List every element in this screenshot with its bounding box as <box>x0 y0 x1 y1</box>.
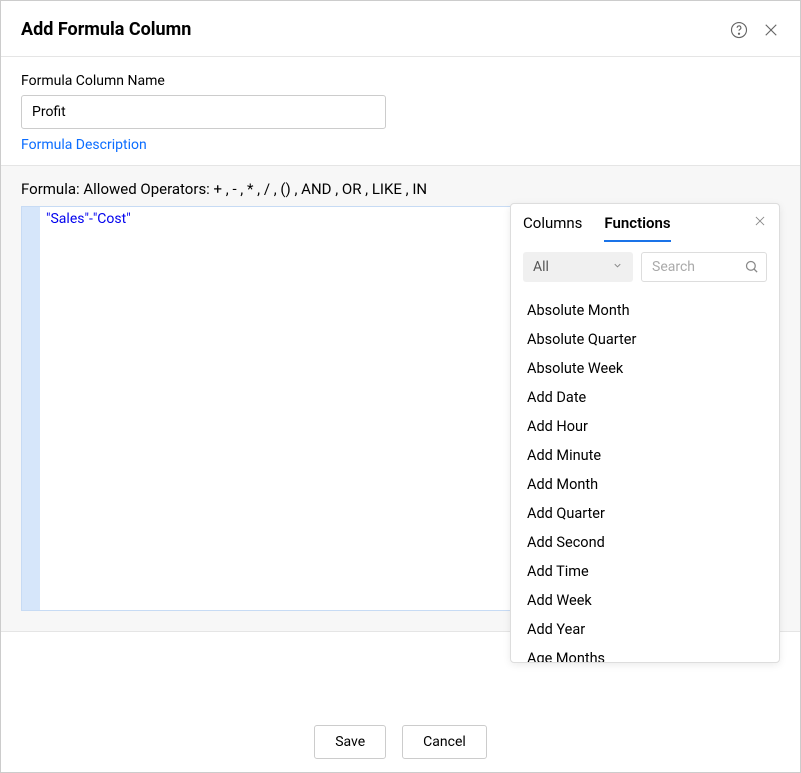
tab-functions[interactable]: Functions <box>604 214 670 242</box>
editor-gutter <box>22 207 40 610</box>
dialog-header: Add Formula Column <box>1 1 800 57</box>
close-icon[interactable] <box>762 21 780 39</box>
dropdown-value: All <box>533 259 549 275</box>
function-item[interactable]: Add Minute <box>511 441 779 470</box>
function-item[interactable]: Add Month <box>511 470 779 499</box>
description-link[interactable]: Formula Description <box>21 137 147 153</box>
panel-controls: All <box>511 242 779 292</box>
function-item[interactable]: Absolute Week <box>511 354 779 383</box>
function-item[interactable]: Absolute Quarter <box>511 325 779 354</box>
function-item[interactable]: Absolute Month <box>511 296 779 325</box>
chevron-down-icon <box>612 259 623 275</box>
panel-header: Columns Functions <box>511 204 779 242</box>
functions-panel: Columns Functions All <box>510 203 780 663</box>
function-list[interactable]: Absolute Month Absolute Quarter Absolute… <box>511 292 779 662</box>
function-item[interactable]: Add Year <box>511 615 779 644</box>
name-label: Formula Column Name <box>21 73 780 89</box>
panel-close-icon[interactable] <box>753 214 767 232</box>
search-wrap <box>641 252 767 282</box>
name-input[interactable] <box>21 95 386 129</box>
help-icon[interactable] <box>730 21 748 39</box>
cancel-button[interactable]: Cancel <box>402 725 487 759</box>
name-section: Formula Column Name Formula Description <box>1 57 800 165</box>
function-item[interactable]: Age Months <box>511 644 779 662</box>
category-dropdown[interactable]: All <box>523 252 633 282</box>
function-item[interactable]: Add Hour <box>511 412 779 441</box>
function-item[interactable]: Add Time <box>511 557 779 586</box>
header-icons <box>730 21 780 39</box>
function-item[interactable]: Add Second <box>511 528 779 557</box>
dialog-footer: Save Cancel <box>1 712 800 772</box>
function-item[interactable]: Add Date <box>511 383 779 412</box>
panel-tabs: Columns Functions <box>523 214 671 242</box>
formula-hint: Formula: Allowed Operators: + , - , * , … <box>21 180 780 198</box>
function-item[interactable]: Add Quarter <box>511 499 779 528</box>
save-button[interactable]: Save <box>314 725 386 759</box>
dialog-title: Add Formula Column <box>21 19 191 40</box>
tab-columns[interactable]: Columns <box>523 214 582 242</box>
formula-editor-wrap: "Sales"-"Cost" Columns Functions All <box>21 206 780 611</box>
formula-area: Formula: Allowed Operators: + , - , * , … <box>1 165 800 632</box>
search-icon <box>744 259 759 278</box>
function-item[interactable]: Add Week <box>511 586 779 615</box>
